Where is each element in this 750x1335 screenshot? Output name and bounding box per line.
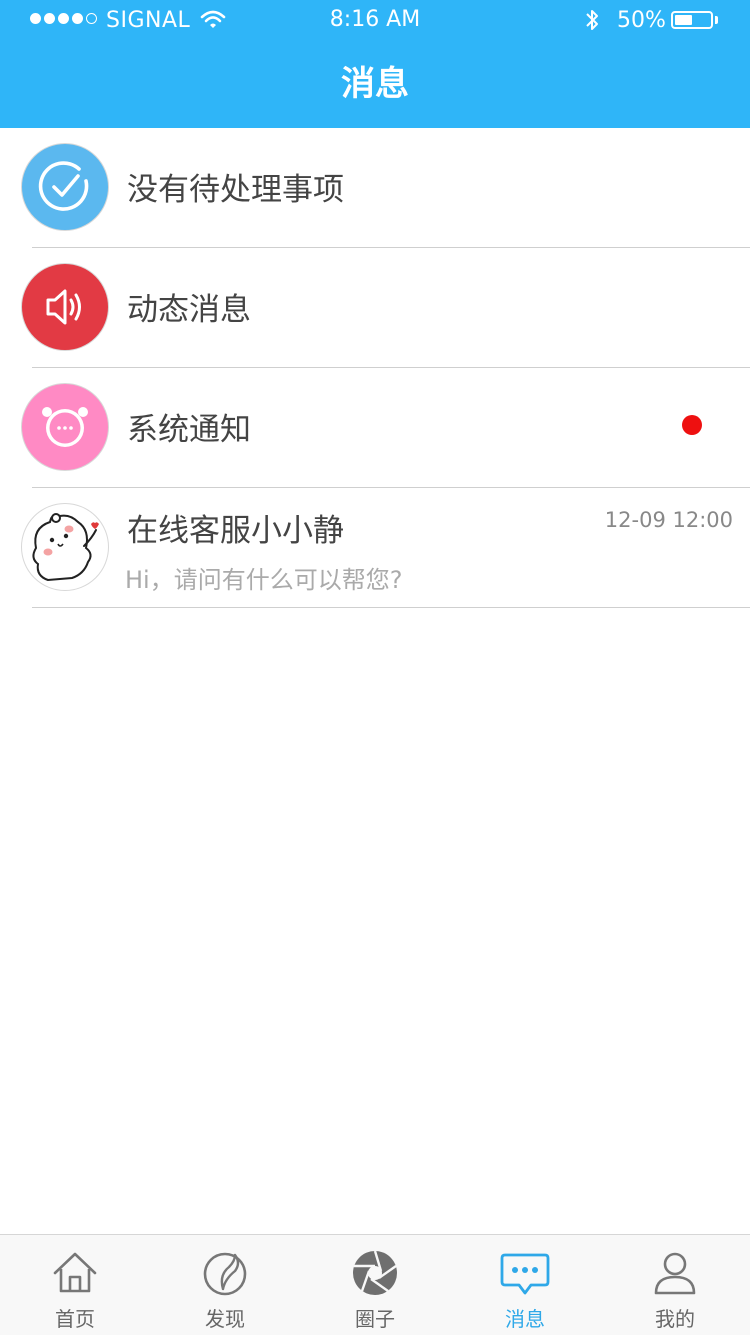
home-icon [53,1252,97,1293]
list-item-pending[interactable]: 没有待处理事项 [0,128,750,248]
battery-tip [715,16,718,24]
battery-icon [671,11,713,29]
chat-bubble-icon [21,383,109,471]
list-item-title: 在线客服小小静 [127,513,344,549]
tab-label: 消息 [505,1307,545,1331]
tab-messages[interactable]: 消息 [450,1235,600,1335]
status-bar: SIGNAL 8:16 AM 50% [0,0,750,40]
page-title: 消息 [341,64,409,104]
list-item-system-notice[interactable]: 系统通知 [0,368,750,488]
tab-bar: 首页 发现 圈子 消息 我的 [0,1234,750,1335]
bear-avatar-icon [21,503,109,591]
battery-percent: 50% [617,8,666,33]
list-item-preview: Hi，请问有什么可以帮您? [125,566,403,594]
tab-circle[interactable]: 圈子 [300,1235,450,1335]
divider [32,607,750,608]
user-icon [654,1252,696,1295]
tab-label: 首页 [55,1307,95,1331]
tab-home[interactable]: 首页 [0,1235,150,1335]
tab-mine[interactable]: 我的 [600,1235,750,1335]
check-circle-icon [21,143,109,231]
speaker-icon [21,263,109,351]
list-item-title: 系统通知 [127,412,251,448]
list-item-activity[interactable]: 动态消息 [0,248,750,368]
message-list: 没有待处理事项 动态消息 系统通知 在线客服小小静 Hi，请问有什么可以帮您? … [0,128,750,608]
tab-label: 我的 [655,1307,695,1331]
tab-discover[interactable]: 发现 [150,1235,300,1335]
tab-label: 圈子 [355,1307,395,1331]
list-item-title: 动态消息 [127,292,251,328]
unread-badge [682,415,702,435]
list-item-time: 12-09 12:00 [604,508,733,532]
list-item-title: 没有待处理事项 [127,172,344,208]
discover-icon [203,1252,247,1296]
message-icon [500,1253,550,1295]
aperture-icon [353,1250,397,1295]
app-header: SIGNAL 8:16 AM 50% 消息 [0,0,750,128]
list-item-customer-service[interactable]: 在线客服小小静 Hi，请问有什么可以帮您? 12-09 12:00 [0,488,750,608]
bluetooth-icon [586,10,598,30]
tab-label: 发现 [205,1307,245,1331]
